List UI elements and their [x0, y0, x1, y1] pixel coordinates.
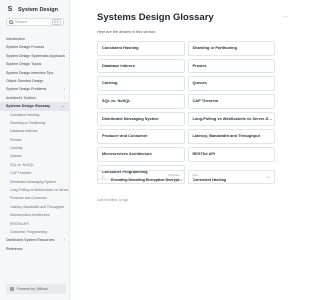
page-title: Systems Design Glossary — [97, 12, 214, 23]
sidebar-item-label: Object Oriented Design — [6, 78, 44, 83]
chevron-right-icon[interactable]: › — [64, 85, 65, 93]
sidebar-subitem[interactable]: Queues — [0, 152, 69, 160]
card-row: Distributed Messaging System Long-Pollin… — [97, 111, 275, 127]
sidebar-subitem[interactable]: SQL vs. NoSQL — [0, 161, 69, 169]
sidebar-item-label: System Design Problems — [6, 87, 47, 92]
sidebar-subitem[interactable]: RESTful API — [0, 220, 69, 228]
page-navigation: ← Previous Encoding Decoding Encryption … — [97, 170, 275, 184]
sidebar-item-label: Introduction — [6, 37, 25, 41]
sidebar-nav: Introduction System Design Process Syste… — [0, 35, 69, 253]
article-card[interactable]: Database Indexes — [97, 58, 185, 74]
sidebar-subitem[interactable]: Microservices Architecture — [0, 211, 69, 219]
sidebar-subitem[interactable]: Sharding or Partitioning — [0, 119, 69, 127]
sidebar-subitem[interactable]: Proxies — [0, 136, 69, 144]
article-card[interactable]: RESTful API — [187, 147, 275, 162]
article-card[interactable]: Caching — [97, 76, 185, 92]
next-page-title: Consistent Hashing — [192, 178, 227, 182]
chevron-right-icon[interactable]: › — [64, 236, 65, 244]
card-row: Database Indexes Proxies — [97, 58, 275, 74]
article-card[interactable]: Consistent Hashing — [97, 41, 185, 56]
sidebar-item-glossary[interactable]: Systems Design Glossary ⌄ — [0, 102, 69, 111]
sidebar-subitem[interactable]: Consumer Programming — [0, 228, 69, 236]
card-row: SQL vs. NoSQL CAP Theorem — [97, 94, 275, 109]
powered-by-gitbook[interactable]: Powered by GitBook — [6, 284, 66, 294]
sidebar-item-label: Distributed System Resources — [6, 238, 55, 243]
article-card[interactable]: Microservices Architecture — [97, 147, 185, 162]
sidebar-item-process[interactable]: System Design Process — [0, 43, 69, 51]
sidebar-item-label: Reference — [6, 246, 23, 251]
sidebar-subitem[interactable]: CAP Theorem — [0, 169, 69, 177]
card-row: Caching Queues — [97, 76, 275, 92]
sidebar-subitem[interactable]: Database Indexes — [0, 127, 69, 135]
sidebar-item-introduction[interactable]: Introduction — [0, 35, 69, 43]
sidebar-subitem[interactable]: Long-Polling vs WebSockets vs Server-Sen… — [0, 186, 69, 194]
arrow-left-icon: ← — [101, 174, 107, 180]
previous-page-button[interactable]: ← Previous Encoding Decoding Encryption … — [97, 170, 185, 184]
sidebar-subitem[interactable]: Consistent Hashing — [0, 111, 69, 119]
last-modified: Last modified 1y ago — [97, 198, 129, 202]
card-row: Consistent Hashing Sharding or Partition… — [97, 41, 275, 56]
next-label: Next — [192, 173, 199, 177]
sidebar-item-label: System Design Process — [6, 45, 45, 50]
more-options-icon[interactable]: ··· — [283, 14, 288, 20]
sidebar-item-label: System Design Topics — [6, 62, 42, 67]
article-card[interactable]: Latency, Bandwidth and Throughput — [187, 129, 275, 145]
sidebar-item-problems[interactable]: System Design Problems › — [0, 85, 69, 93]
sidebar-subitem[interactable]: Producer and Consumer — [0, 194, 69, 202]
sidebar-item-interview-tips[interactable]: System Design Interview Tips — [0, 69, 69, 77]
search-placeholder: Search — [15, 20, 28, 24]
article-card[interactable]: Distributed Messaging System — [97, 111, 185, 127]
chevron-right-icon[interactable]: › — [64, 94, 65, 102]
sidebar: S System Design Search ⌘K Introduction S… — [0, 0, 70, 300]
article-card[interactable]: Producer and Consumer — [97, 129, 185, 145]
search-input[interactable]: Search ⌘K — [6, 18, 64, 26]
search-icon — [9, 20, 13, 24]
sidebar-item-topics[interactable]: System Design Topics — [0, 60, 69, 68]
sidebar-item-architects-toolbox[interactable]: Architect's Toolbox › — [0, 94, 69, 102]
sidebar-item-label: System Design Interview Tips — [6, 70, 54, 75]
sidebar-subitem[interactable]: Caching — [0, 144, 69, 152]
article-card[interactable]: Sharding or Partitioning — [187, 41, 275, 56]
chevron-down-icon[interactable]: ⌄ — [62, 102, 65, 110]
card-row: Microservices Architecture RESTful API — [97, 147, 275, 162]
sidebar-item-systematic-approach[interactable]: System Design Systematic Approach — [0, 52, 69, 60]
brand-name[interactable]: System Design — [18, 7, 58, 13]
brand-logo-icon: S — [7, 6, 13, 13]
article-card[interactable]: CAP Theorem — [187, 94, 275, 109]
article-card[interactable]: Queues — [187, 76, 275, 92]
sidebar-subitem[interactable]: Distributed Messaging System — [0, 178, 69, 186]
article-cards: Consistent Hashing Sharding or Partition… — [97, 41, 275, 183]
previous-page-title: Encoding Decoding Encryption Decrypt... — [111, 178, 182, 182]
article-card[interactable]: SQL vs. NoSQL — [97, 94, 185, 109]
sidebar-item-label: Architect's Toolbox — [6, 95, 36, 100]
sidebar-item-distributed-resources[interactable]: Distributed System Resources › — [0, 236, 69, 244]
sidebar-item-object-oriented-design[interactable]: Object Oriented Design — [0, 77, 69, 85]
main-content: Systems Design Glossary ··· Here are the… — [70, 0, 300, 300]
sidebar-item-label: System Design Systematic Approach — [6, 53, 65, 58]
article-card[interactable]: Proxies — [187, 58, 275, 74]
gitbook-icon — [10, 287, 14, 291]
sidebar-subnav-glossary: Consistent Hashing Sharding or Partition… — [0, 111, 69, 237]
sidebar-item-reference[interactable]: Reference — [0, 245, 69, 253]
search-shortcut-badge: ⌘K — [51, 19, 61, 25]
next-page-button[interactable]: Next Consistent Hashing → — [187, 170, 275, 184]
brand[interactable]: S System Design — [6, 5, 58, 15]
sidebar-item-label: Systems Design Glossary — [6, 104, 51, 109]
section-intro: Here are the articles in this section: — [97, 30, 157, 34]
card-row: Producer and Consumer Latency, Bandwidth… — [97, 129, 275, 145]
article-card[interactable]: Long-Polling vs WebSockets vs Server-Sen… — [187, 111, 275, 127]
sidebar-subitem[interactable]: Latency, Bandwidth and Throughput — [0, 203, 69, 211]
footer-text: Powered by GitBook — [17, 287, 48, 291]
previous-label: Previous — [168, 173, 180, 177]
arrow-right-icon: → — [265, 174, 271, 180]
